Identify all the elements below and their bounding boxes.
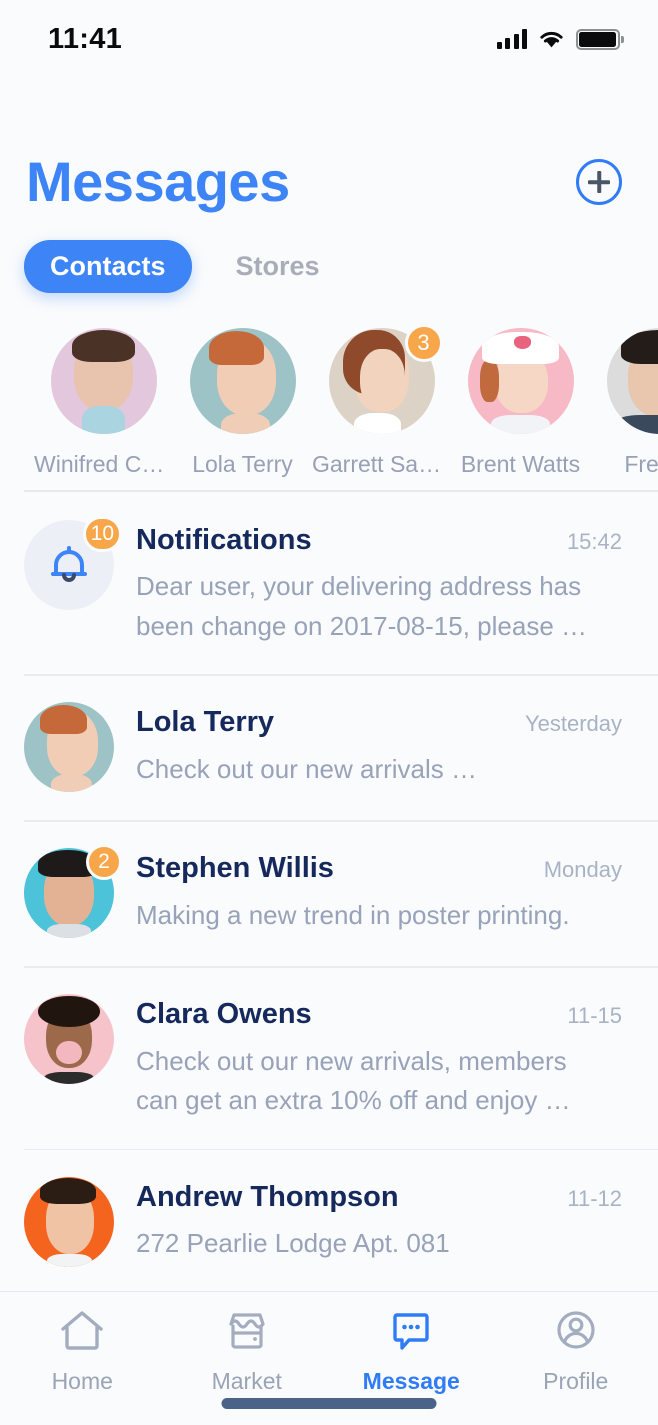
list-item-preview: Dear user, your delivering address has b…	[136, 571, 588, 641]
unread-badge: 2	[86, 844, 122, 881]
wifi-icon	[538, 29, 565, 49]
tab-message-label: Message	[362, 1368, 460, 1394]
list-item-body: Lola Terry Yesterday Check out our new a…	[136, 702, 622, 789]
avatar-wrapper: 3	[328, 324, 443, 434]
list-item-title: Clara Owens	[136, 998, 312, 1031]
list-item-title: Lola Terry	[136, 706, 275, 739]
list-item-time: 11-15	[567, 1003, 622, 1029]
chat-bubble-icon	[386, 1308, 436, 1359]
avatar	[24, 994, 114, 1085]
phone-screen: 11:41 Messages Contacts Stores Winifred …	[0, 0, 658, 1425]
avatar	[24, 1176, 114, 1267]
unread-badge: 10	[82, 516, 122, 552]
home-indicator[interactable]	[221, 1398, 437, 1409]
list-item-title: Notifications	[136, 524, 312, 556]
tab-market-label: Market	[211, 1368, 282, 1394]
list-item[interactable]: Lola Terry Yesterday Check out our new a…	[0, 674, 658, 820]
status-icons	[496, 28, 624, 50]
signal-icon	[496, 29, 527, 49]
plus-circle-icon[interactable]	[576, 159, 622, 205]
status-bar: 11:41	[0, 0, 658, 78]
tab-home[interactable]: Home	[0, 1308, 165, 1395]
list-item-preview: Check out our new arrivals, members can …	[136, 1045, 571, 1116]
contact-item[interactable]: Brent Watts	[451, 320, 590, 478]
contact-name: Lola Terry	[192, 451, 293, 477]
store-icon	[222, 1308, 272, 1359]
tab-market[interactable]: Market	[165, 1308, 330, 1395]
list-item[interactable]: 2 Stephen Willis Monday Making a new tre…	[0, 820, 658, 966]
tab-contacts[interactable]: Contacts	[24, 239, 192, 293]
contact-badge: 3	[404, 324, 443, 362]
tab-profile-label: Profile	[543, 1368, 609, 1394]
contact-item[interactable]: Lola Terry	[173, 320, 312, 478]
avatar-wrapper	[24, 702, 114, 793]
avatar-wrapper	[606, 328, 658, 434]
list-item-body: Stephen Willis Monday Making a new trend…	[136, 848, 622, 935]
avatar-wrapper	[467, 328, 574, 434]
contact-item[interactable]: Fred C	[590, 320, 658, 478]
page-title: Messages	[26, 150, 290, 213]
list-item-preview: Making a new trend in poster printing.	[136, 899, 570, 930]
home-icon	[57, 1308, 107, 1359]
page-header: Messages	[0, 132, 658, 232]
avatar-wrapper	[24, 1176, 114, 1267]
contacts-carousel[interactable]: Winifred Co… Lola Terry 3 Garrett Sau… B…	[0, 320, 658, 485]
list-item-header: Clara Owens 11-15	[136, 996, 622, 1032]
contact-name: Winifred Co…	[34, 451, 173, 477]
tab-profile[interactable]: Profile	[494, 1308, 658, 1395]
list-item-header: Andrew Thompson 11-12	[136, 1179, 622, 1215]
list-item-header: Notifications 15:42	[136, 522, 622, 558]
tab-message[interactable]: Message	[329, 1308, 494, 1395]
list-item[interactable]: Andrew Thompson 11-12 272 Pearlie Lodge …	[0, 1148, 658, 1291]
status-time: 11:41	[48, 22, 123, 55]
list-item-body: Clara Owens 11-15 Check out our new arri…	[136, 994, 622, 1120]
list-item-title: Stephen Willis	[136, 852, 334, 885]
battery-icon	[576, 28, 624, 50]
contact-name: Fred C	[624, 451, 658, 477]
list-item[interactable]: Clara Owens 11-15 Check out our new arri…	[0, 966, 658, 1148]
list-item-preview: Check out our new arrivals …	[136, 753, 478, 784]
contact-item[interactable]: Winifred Co…	[34, 320, 173, 478]
list-item-time: 11-12	[567, 1185, 622, 1211]
avatar-wrapper	[50, 328, 157, 434]
avatar	[50, 328, 157, 434]
segmented-tabs: Contacts Stores	[24, 239, 658, 293]
avatar-wrapper: 10	[24, 516, 122, 610]
avatar	[24, 702, 114, 793]
avatar-wrapper	[189, 328, 296, 434]
list-item-title: Andrew Thompson	[136, 1180, 399, 1213]
list-item-time: Yesterday	[524, 711, 622, 737]
contact-name: Brent Watts	[460, 451, 581, 477]
list-item-header: Stephen Willis Monday	[136, 850, 622, 886]
bottom-tab-bar: Home Market Message Profile	[0, 1291, 658, 1425]
list-item-body: Andrew Thompson 11-12 272 Pearlie Lodge …	[136, 1177, 622, 1264]
avatar	[189, 328, 296, 434]
list-item-preview: 272 Pearlie Lodge Apt. 081	[136, 1227, 450, 1258]
message-list[interactable]: 10 Notifications 15:42 Dear user, your d…	[0, 492, 658, 1291]
list-item-time: Monday	[543, 857, 622, 883]
tab-stores[interactable]: Stores	[210, 240, 346, 293]
list-item[interactable]: 10 Notifications 15:42 Dear user, your d…	[0, 492, 658, 674]
contact-item[interactable]: 3 Garrett Sau…	[312, 320, 451, 478]
avatar-wrapper	[24, 994, 114, 1085]
tab-home-label: Home	[51, 1368, 113, 1394]
user-circle-icon	[551, 1308, 601, 1359]
avatar-wrapper: 2	[24, 844, 122, 939]
list-item-time: 15:42	[566, 529, 622, 554]
avatar	[467, 328, 574, 434]
contact-name: Garrett Sau…	[312, 451, 451, 477]
list-item-header: Lola Terry Yesterday	[136, 704, 622, 740]
avatar	[606, 328, 658, 434]
list-item-body: Notifications 15:42 Dear user, your deli…	[136, 520, 622, 646]
